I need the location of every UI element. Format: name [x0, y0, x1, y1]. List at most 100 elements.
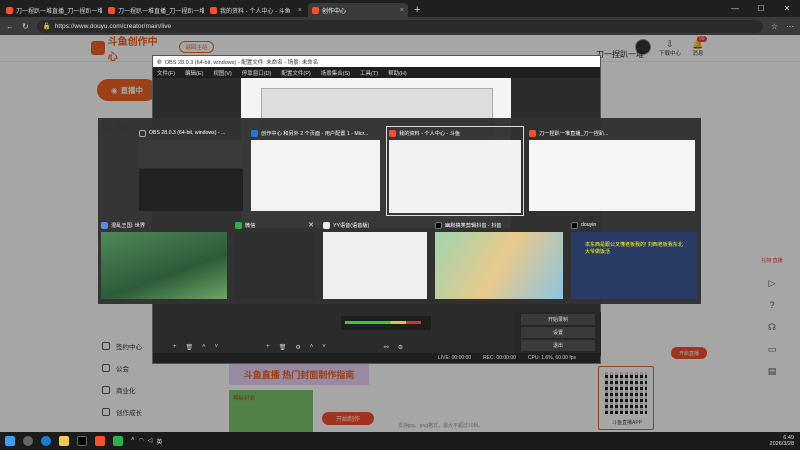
- switcher-window-obs[interactable]: OBS 28.0.3 (64-bit, windows) - ...: [136, 126, 246, 214]
- browser-tab-bar: 刀一捏趴一堆直播_刀一捏趴一堆× 刀一捏趴一堆直播_刀一捏趴一堆× 我的资料 -…: [0, 0, 800, 17]
- trash-icon[interactable]: 🗑: [279, 344, 287, 351]
- edge-icon[interactable]: [41, 436, 51, 446]
- down-icon[interactable]: ˅: [322, 344, 326, 350]
- game-app-icon: [101, 221, 108, 229]
- obs-menu-scenes[interactable]: 场景集合(S): [321, 69, 350, 77]
- douyin-app-icon: [571, 221, 578, 229]
- obs-menu-profile[interactable]: 配置文件(P): [281, 69, 310, 77]
- wechat-app-icon: [235, 221, 242, 229]
- close-window-icon[interactable]: ✕: [774, 0, 800, 17]
- switcher-window-wechat[interactable]: 微信 ✕: [232, 218, 318, 302]
- douyu-icon[interactable]: [95, 436, 105, 446]
- wechat-icon[interactable]: [113, 436, 123, 446]
- window-title: 我的资料 - 个人中心 - 斗鱼: [387, 127, 523, 139]
- switcher-window-douyin-web[interactable]: 幽默搞笑剪辑抖音 - 抖音: [432, 218, 566, 302]
- window-preview: 本东西是跟公又懂老板我的! 刘西老板我东北大爷做饭活: [571, 232, 697, 299]
- obs-menu-docks[interactable]: 停靠窗口(D): [242, 69, 272, 77]
- close-icon[interactable]: ✕: [308, 221, 314, 229]
- menu-dots-icon[interactable]: ⋯: [786, 22, 794, 31]
- window-title-text: 创作中心 和另外 2 个页面 - 用户配置 1 - Micr...: [261, 130, 369, 137]
- window-title: 混乱王国: 世界: [99, 219, 229, 231]
- start-recording-button[interactable]: 开始录制: [521, 314, 595, 325]
- douyu-favicon: [108, 6, 115, 14]
- obs-dock-buttons: + 🗑 ˄ ˅ + 🗑 ⚙ ˄ ˅ ⚯ ⚙: [153, 342, 600, 352]
- tiktok-icon[interactable]: [77, 436, 87, 446]
- window-title: 幽默搞笑剪辑抖音 - 抖音: [433, 219, 565, 231]
- volume-icon[interactable]: ◁: [148, 437, 153, 446]
- window-title: 刀一捏趴一堆直播_刀一捏趴...: [527, 127, 697, 139]
- obs-menu-help[interactable]: 帮助(H): [388, 69, 407, 77]
- browser-tab-active[interactable]: 创作中心 ×: [308, 3, 408, 17]
- douyu-app-icon: [389, 129, 396, 137]
- douyu-favicon: [210, 6, 217, 14]
- star-icon[interactable]: ☆: [771, 22, 778, 31]
- tab-label: 刀一捏趴一堆直播_刀一捏趴一堆: [118, 8, 204, 15]
- start-icon[interactable]: [5, 436, 15, 446]
- audio-meter: [345, 321, 421, 324]
- window-preview: [101, 232, 227, 299]
- add-icon[interactable]: +: [173, 344, 177, 350]
- browser-tab[interactable]: 我的资料 - 个人中心 - 斗鱼 ×: [206, 3, 306, 17]
- browser-tab[interactable]: 刀一捏趴一堆直播_刀一捏趴一堆×: [2, 3, 102, 17]
- lock-icon: 🔒: [42, 23, 51, 30]
- rec-time: REC: 00:00:00: [483, 355, 516, 361]
- wifi-icon[interactable]: ◠: [139, 437, 144, 446]
- gear-icon[interactable]: ⚙: [398, 344, 403, 351]
- trash-icon[interactable]: 🗑: [186, 344, 194, 351]
- add-icon[interactable]: +: [266, 344, 270, 350]
- switcher-window-yy[interactable]: YY语音(语音版): [320, 218, 430, 302]
- close-tab-icon[interactable]: ×: [400, 7, 404, 14]
- close-tab-icon[interactable]: ×: [298, 7, 302, 14]
- settings-button[interactable]: 设置: [521, 327, 595, 338]
- switcher-window-game[interactable]: 混乱王国: 世界: [98, 218, 230, 302]
- window-preview: [529, 140, 695, 211]
- task-switcher: OBS 28.0.3 (64-bit, windows) - ... 创作中心 …: [98, 118, 701, 304]
- chevron-up-icon[interactable]: ˄: [131, 437, 135, 446]
- system-tray: ˄ ◠ ◁ 英: [131, 437, 162, 446]
- browser-tab[interactable]: 刀一捏趴一堆直播_刀一捏趴一堆×: [104, 3, 204, 17]
- window-preview: [235, 232, 315, 299]
- obs-menu-tools[interactable]: 工具(T): [360, 69, 378, 77]
- window-title-text: 微信: [245, 222, 256, 229]
- yy-app-icon: [323, 221, 330, 229]
- live-time: LIVE: 00:00:00: [438, 355, 472, 361]
- window-title: douyin: [569, 219, 699, 231]
- switcher-window-live[interactable]: 刀一捏趴一堆直播_刀一捏趴...: [526, 126, 698, 214]
- switcher-window-douyin[interactable]: douyin 本东西是跟公又懂老板我的! 刘西老板我东北大爷做饭活: [568, 218, 700, 302]
- folder-icon[interactable]: [59, 436, 69, 446]
- taskbar: ˄ ◠ ◁ 英 6:49 2026/3/28: [0, 432, 800, 450]
- window-title-text: OBS 28.0.3 (64-bit, windows) - ...: [149, 130, 226, 136]
- cpu-fps: CPU: 1.6%, 60.00 fps: [527, 355, 576, 361]
- window-title: 微信 ✕: [233, 219, 317, 231]
- maximize-icon[interactable]: ☐: [748, 0, 774, 17]
- ime-indicator[interactable]: 英: [156, 437, 162, 446]
- minimize-icon[interactable]: —: [722, 0, 748, 17]
- gear-icon[interactable]: ⚙: [295, 344, 300, 351]
- up-icon[interactable]: ˄: [202, 344, 206, 350]
- down-icon[interactable]: ˅: [215, 344, 219, 350]
- obs-app-icon: [139, 129, 146, 137]
- clock[interactable]: 6:49 2026/3/28: [770, 435, 800, 447]
- new-tab-button[interactable]: +: [414, 3, 420, 17]
- window-title-text: 我的资料 - 个人中心 - 斗鱼: [399, 130, 461, 137]
- obs-menu-view[interactable]: 视图(V): [213, 69, 231, 77]
- url-field[interactable]: 🔒 https://www.douyu.com/creator/main/live: [36, 19, 763, 33]
- obs-titlebar: ◍ OBS 28.0.3 (64-bit, windows) - 配置文件: 未命…: [153, 56, 600, 67]
- obs-logo-icon: ◍: [157, 58, 162, 65]
- link-icon[interactable]: ⚯: [384, 344, 389, 351]
- switcher-window-edge[interactable]: 创作中心 和另外 2 个页面 - 用户配置 1 - Micr...: [248, 126, 383, 214]
- switcher-window-profile-selected[interactable]: 我的资料 - 个人中心 - 斗鱼: [386, 126, 524, 216]
- window-title-text: douyin: [581, 222, 597, 228]
- window-title: 创作中心 和另外 2 个页面 - 用户配置 1 - Micr...: [249, 127, 382, 139]
- up-icon[interactable]: ˄: [310, 344, 314, 350]
- window-title-text: 幽默搞笑剪辑抖音 - 抖音: [445, 222, 502, 229]
- window-preview: [251, 140, 380, 211]
- search-icon[interactable]: [23, 436, 33, 446]
- obs-menu-edit[interactable]: 编辑(E): [185, 69, 203, 77]
- edge-app-icon: [251, 129, 258, 137]
- back-arrow-icon[interactable]: ←: [6, 22, 14, 31]
- obs-menu-file[interactable]: 文件(F): [157, 69, 175, 77]
- obs-title: OBS 28.0.3 (64-bit, windows) - 配置文件: 未命名…: [164, 59, 319, 66]
- window-preview: [435, 232, 563, 299]
- refresh-icon[interactable]: ↻: [22, 22, 29, 31]
